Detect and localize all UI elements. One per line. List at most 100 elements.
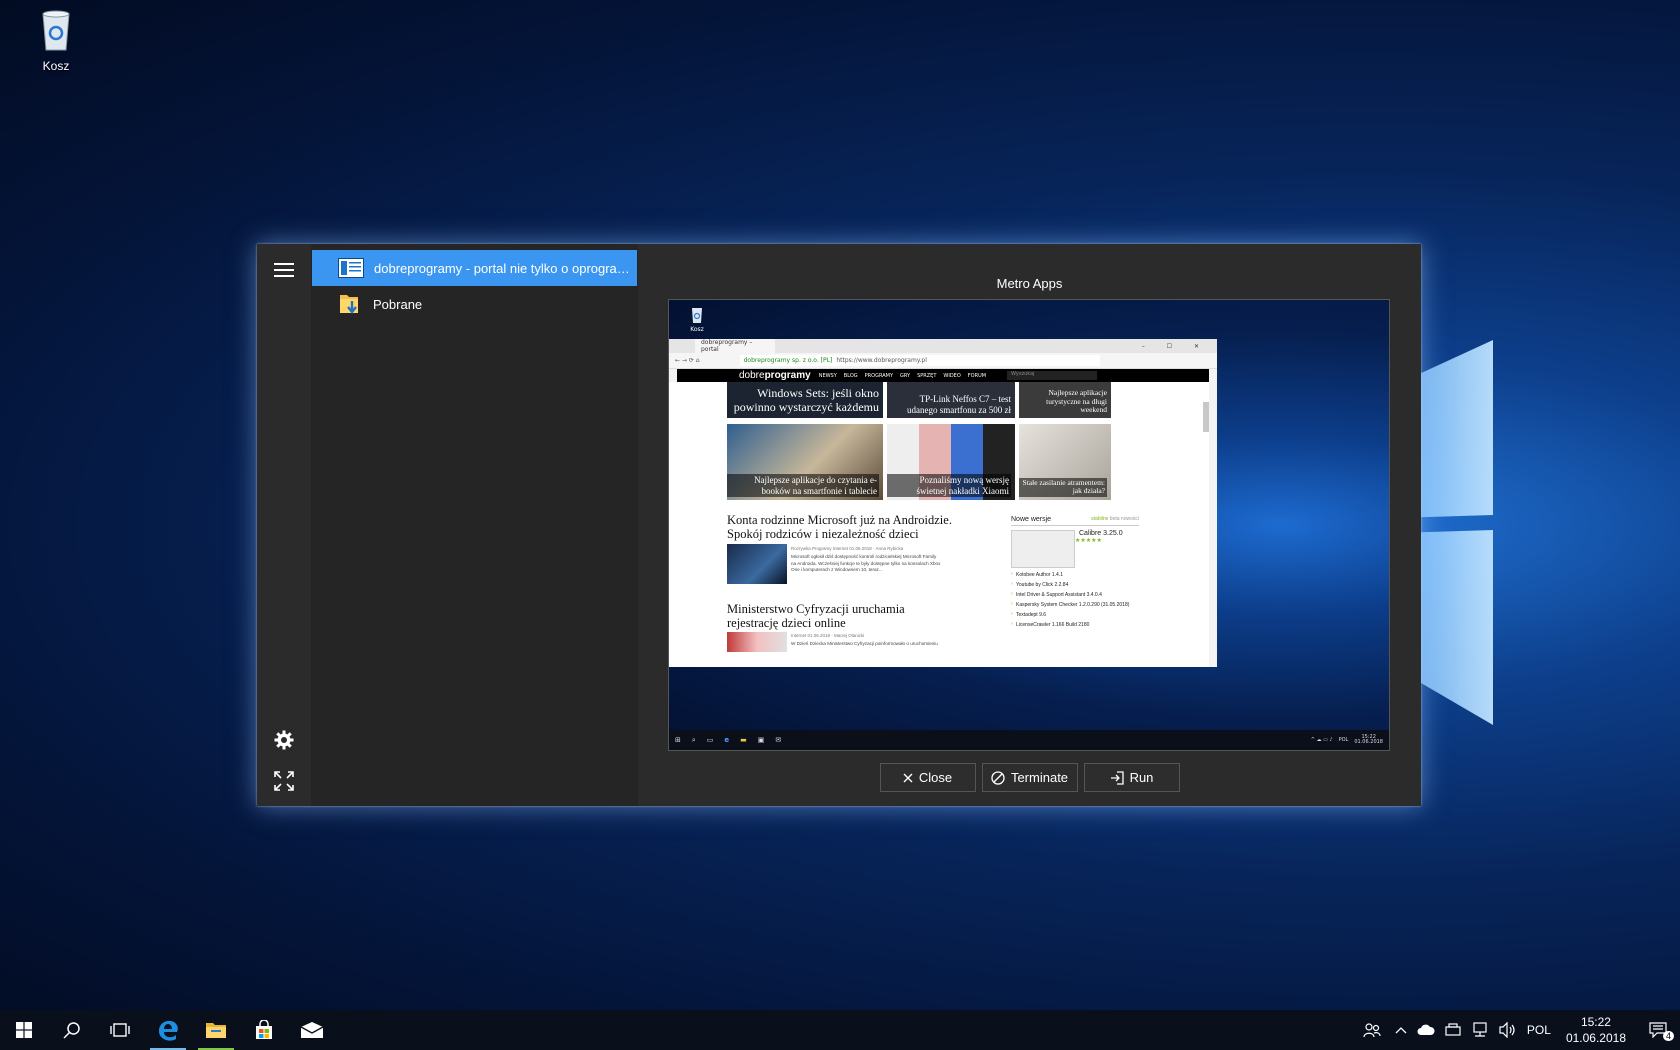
preview-nav-item: SPRZĘT [917, 372, 937, 379]
clock-time: 15:22 [1580, 1014, 1611, 1029]
preview-start-icon: ⊞ [675, 736, 681, 744]
preview-article-title-line: Ministerstwo Cyfryzacji uruchamia [727, 602, 905, 616]
preview-tab-title: dobreprogramy – portal [701, 339, 753, 353]
preview-featured-name: Calibre 3.25.0 [1079, 530, 1123, 537]
list-item-label: dobreprogramy - portal nie tylko o oprog… [374, 260, 636, 276]
preview-tile-caption: Poznaliśmy nową wersję świetnej nakładki… [887, 474, 1011, 497]
run-button[interactable]: Run [1083, 763, 1180, 792]
preview-body-line: One i komputerach z Windowsem 10, teraz.… [791, 567, 883, 573]
list-item-pobrane[interactable]: Pobrane [311, 286, 638, 322]
preview-article-thumbnail [727, 632, 787, 652]
system-tray: POL 15:22 01.06.2018 4 [1354, 1010, 1680, 1050]
preview-site-nav: dobreprogramy NEWSY BLOG PROGRAMY GRY SP… [677, 369, 1209, 382]
detail-pane: Metro Apps Kosz dobreprogramy – portal –… [638, 244, 1421, 806]
search-button[interactable] [48, 1010, 96, 1050]
fullscreen-button[interactable] [257, 761, 311, 801]
preview-tile-caption: Najlepsze aplikacje do czytania e-booków… [727, 474, 879, 497]
network-button[interactable] [1466, 1010, 1494, 1050]
close-button-label: Close [918, 770, 953, 785]
settings-button[interactable] [257, 720, 311, 760]
prohibited-icon [991, 770, 1005, 785]
terminate-button-label: Terminate [1010, 770, 1069, 785]
preview-article-title: Ministerstwo Cyfryzacji uruchamia rejest… [727, 602, 905, 631]
logo-bold: programy [764, 370, 811, 381]
preview-nav-arrows: ← → ⟳ ⌂ [675, 357, 700, 364]
preview-tray-icons: ^ ☁ ▭ ♪ [1310, 737, 1333, 743]
preview-window-controls: – ☐ ✕ [1141, 342, 1209, 350]
logo-light: dobre [739, 370, 765, 381]
preview-scrollbar-thumb [1203, 402, 1209, 432]
left-rail [257, 244, 311, 806]
hamburger-menu-icon [274, 263, 294, 277]
start-button[interactable] [0, 1010, 48, 1050]
list-item-dobreprogramy[interactable]: dobreprogramy - portal nie tylko o oprog… [312, 250, 637, 286]
people-button[interactable] [1354, 1010, 1390, 1050]
preview-sidebar-item: Intel Driver & Support Assistant 3.4.0.4 [1011, 591, 1139, 598]
preview-tray: ^ ☁ ▭ ♪ POL 15:22 01.06.2018 [1311, 730, 1383, 750]
preview-sidebar-item: Textadept 9.6 [1011, 611, 1139, 618]
preview-search-icon: ⌕ [691, 735, 696, 744]
edge-button[interactable] [144, 1010, 192, 1050]
preview-edge-icon: e [724, 736, 730, 744]
usb-device-button[interactable] [1440, 1010, 1466, 1050]
volume-button[interactable] [1494, 1010, 1522, 1050]
network-icon [1473, 1022, 1487, 1037]
preview-ssl-label: dobreprogramy sp. z o.o. [PL] [743, 357, 833, 364]
preview-sidebar-tabs: stabilne beta nowości [1091, 516, 1139, 523]
preview-tile-caption: TP-Link Neffos C7 – test udanego smartfo… [907, 394, 1011, 415]
preview-tab-strip: dobreprogramy – portal – ☐ ✕ [669, 339, 1217, 353]
action-center-button[interactable]: 4 [1636, 1010, 1680, 1050]
recycle-bin-icon [42, 10, 70, 51]
search-icon [63, 1022, 80, 1039]
preview-body-line: na Androida. Wcześniej funkcje te były d… [791, 560, 941, 566]
preview-tile-caption: Windows Sets: jeśli okno powinno wystarc… [733, 386, 879, 415]
usb-drive-icon [1445, 1023, 1461, 1036]
input-language-button[interactable]: POL [1522, 1010, 1556, 1050]
show-hidden-icons-button[interactable] [1390, 1010, 1412, 1050]
close-button[interactable]: Close [879, 763, 976, 792]
task-view-icon [110, 1023, 130, 1037]
gear-icon [274, 730, 294, 750]
preview-sidebar-tab: beta [1109, 516, 1120, 522]
clock-date: 01.06.2018 [1565, 1031, 1626, 1045]
edge-icon [159, 1020, 178, 1041]
downloads-folder-icon [337, 293, 363, 315]
task-view-button[interactable] [96, 1010, 144, 1050]
preview-address-bar: ← → ⟳ ⌂ dobreprogramy sp. z o.o. [PL] ht… [669, 353, 1217, 369]
mail-button[interactable] [288, 1010, 336, 1050]
action-bar: Close Terminate Run [638, 763, 1421, 792]
preview-browser-window: dobreprogramy – portal – ☐ ✕ ← → ⟳ ⌂ dob… [669, 339, 1217, 667]
store-button[interactable] [240, 1010, 288, 1050]
preview-tile: Poznaliśmy nową wersję świetnej nakładki… [887, 424, 1015, 500]
onedrive-button[interactable] [1412, 1010, 1440, 1050]
preview-sidebar-new-versions: Nowe wersje stabilne beta nowości Calibr… [1011, 516, 1139, 628]
run-button-label: Run [1129, 770, 1154, 785]
preview-tab: dobreprogramy – portal [695, 339, 775, 353]
recycle-bin-label: Kosz [42, 59, 70, 73]
mail-icon [300, 1022, 324, 1038]
preview-tile-caption: Najlepsze aplikacje turystyczne na długi… [1046, 388, 1107, 415]
preview-url-field: dobreprogramy sp. z o.o. [PL] https://ww… [739, 355, 1100, 366]
preview-tile: Najlepsze aplikacje turystyczne na długi… [1019, 382, 1111, 418]
preview-taskbar: ⊞ ⌕ ▭ e ▬ ▣ ✉ [669, 730, 1389, 750]
preview-site-logo: dobreprogramy [739, 370, 811, 381]
detail-title: Metro Apps [996, 276, 1063, 291]
file-explorer-button[interactable] [192, 1010, 240, 1050]
preview-sidebar-item: Kotobee Author 1.4.1 [1011, 571, 1139, 578]
preview-sidebar-tab: nowości [1120, 516, 1139, 522]
preview-tile: Stałe zasilanie atramentem: jak działa? [1019, 424, 1111, 500]
preview-search: Wyszukaj [1007, 371, 1098, 380]
clock[interactable]: 15:22 01.06.2018 [1556, 1010, 1636, 1050]
terminate-button[interactable]: Terminate [981, 763, 1078, 792]
preview-sidebar-featured: Calibre 3.25.0 ★★★★★ [1011, 530, 1139, 568]
preview-article-body: Microsoft ogłosił dziś dostępność kontro… [791, 554, 1006, 574]
hamburger-menu-button[interactable] [257, 250, 311, 290]
preview-tray-lang: POL [1338, 737, 1349, 743]
preview-page: Windows Sets: jeśli okno powinno wystarc… [669, 382, 1209, 667]
preview-nav-item: PROGRAMY [864, 372, 893, 379]
desktop-recycle-bin[interactable]: Kosz [26, 8, 86, 73]
preview-article-body: W Dzień Dziecka Ministerstwo Cyfryzacji … [791, 641, 938, 646]
preview-nav-item: WIDEO [943, 372, 961, 379]
preview-store-icon: ▣ [757, 736, 765, 744]
preview-featured-thumbnail [1011, 530, 1075, 568]
